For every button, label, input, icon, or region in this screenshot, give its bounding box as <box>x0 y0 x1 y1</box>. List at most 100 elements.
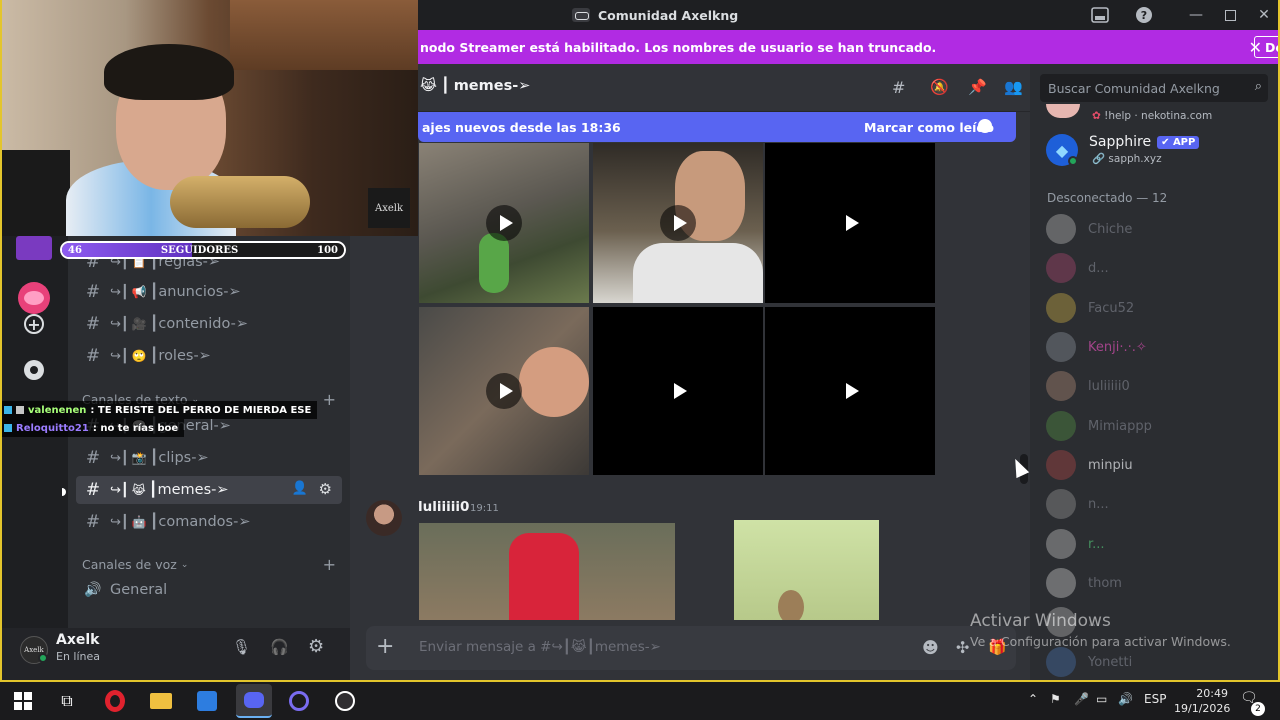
network-icon[interactable]: ▭ <box>1096 692 1107 706</box>
clock[interactable]: 20:49 19/1/2026 <box>1174 686 1230 716</box>
video-attachment[interactable] <box>419 307 589 475</box>
volume-icon[interactable]: 🔊 <box>1118 692 1133 706</box>
stream-chat-user: valenenen <box>28 404 87 416</box>
voice-channel-general[interactable]: 🔊 General <box>76 576 342 604</box>
headphones-icon[interactable]: 🎧 <box>270 638 289 656</box>
channel-memes[interactable]: # ↪┃ 😹 ┃ memes-➢ 👤 ⚙ <box>76 476 342 504</box>
tray-expand-icon[interactable]: ⌃ <box>1028 692 1038 706</box>
explore-icon[interactable] <box>24 360 44 380</box>
threads-icon[interactable]: # <box>892 78 905 97</box>
opera-icon[interactable] <box>100 686 130 716</box>
follower-goal-bar: 46 SEGUIDORES 100 <box>60 241 346 259</box>
app-badge: ✔ APP <box>1157 135 1200 149</box>
mark-read-button[interactable]: Marcar como leído <box>864 120 994 135</box>
video-attachment[interactable] <box>593 307 763 475</box>
member-item[interactable]: Chiche <box>1046 213 1132 245</box>
play-icon[interactable] <box>486 205 522 241</box>
user-settings-icon[interactable]: ⚙ <box>308 636 324 657</box>
search-input[interactable]: Buscar Comunidad Axelkng ⌕ <box>1040 74 1268 102</box>
chat-badge-icon <box>16 406 24 414</box>
bot-activity: sapph.xyz <box>1108 153 1162 165</box>
channel-clips[interactable]: # ↪┃ 📸 ┃ clips-➢ <box>76 444 342 472</box>
clock-date: 19/1/2026 <box>1174 702 1231 715</box>
member-item[interactable]: Facu52 <box>1046 292 1134 324</box>
member-item[interactable]: Kenji·.·.✧ <box>1046 331 1147 363</box>
follower-current: 46 <box>68 244 82 256</box>
cam-logo: Axelk <box>368 188 410 228</box>
invite-icon[interactable]: 👤 <box>292 481 308 496</box>
speaker-icon: 🔊 <box>84 582 102 598</box>
message-avatar[interactable] <box>366 500 402 536</box>
follower-label: SEGUIDORES <box>160 244 239 256</box>
add-voice-channel-icon[interactable]: + <box>323 555 336 574</box>
member-item[interactable]: Yonetti <box>1046 646 1132 678</box>
add-text-channel-icon[interactable]: + <box>323 390 336 409</box>
stream-chat-user: Reloquitto21 <box>16 422 89 434</box>
channel-settings-icon[interactable]: ⚙ <box>319 480 332 498</box>
windows-start-icon[interactable] <box>8 686 38 716</box>
play-icon[interactable] <box>486 373 522 409</box>
video-attachment[interactable] <box>765 307 935 475</box>
member-item[interactable]: r... <box>1046 528 1105 560</box>
add-server-icon[interactable]: + <box>24 314 44 334</box>
member-item[interactable]: minpiu <box>1046 449 1133 481</box>
discord-taskbar-icon[interactable] <box>236 684 272 718</box>
unread-pill <box>62 488 66 496</box>
close-banner-icon[interactable]: ✕ <box>1249 38 1262 57</box>
apps-icon[interactable]: ✣ <box>956 638 969 657</box>
video-attachment[interactable] <box>419 143 589 303</box>
member-item[interactable]: luliiiii0 <box>1046 370 1130 402</box>
message-author[interactable]: luliiiii0 <box>418 499 469 515</box>
play-icon[interactable] <box>660 205 696 241</box>
screen: Comunidad Axelkng ? — ✕ nodo Streamer es… <box>0 0 1280 720</box>
stream-chat-message: Reloquitto21 : no te rías boe <box>0 419 185 437</box>
microphone-icon[interactable]: 🎙 <box>232 638 251 656</box>
play-icon[interactable] <box>832 373 868 409</box>
category-voice-channels[interactable]: Canales de voz ⌄ <box>82 557 188 572</box>
channel-contenido[interactable]: # ↪┃ 🎥 ┃ contenido-➢ <box>76 310 342 338</box>
play-icon[interactable] <box>660 373 696 409</box>
member-item[interactable]: thom <box>1046 567 1122 599</box>
server-icon[interactable] <box>18 282 50 314</box>
tray-app-icon[interactable]: ⚑ <box>1050 692 1061 706</box>
file-explorer-icon[interactable] <box>146 686 176 716</box>
channel-comandos[interactable]: # ↪┃ 🤖 ┃ comandos-➢ <box>76 508 342 536</box>
pinned-messages-icon[interactable]: 📌 <box>968 78 987 96</box>
member-item[interactable]: Mimiappp <box>1046 410 1152 442</box>
minimize-button[interactable]: — <box>1186 6 1206 24</box>
composer-placeholder: Enviar mensaje a #↪┃😹┃memes-➢ <box>419 639 661 655</box>
user-status: En línea <box>56 650 101 663</box>
member-item[interactable]: n... <box>1046 488 1109 520</box>
help-icon[interactable]: ? <box>1134 6 1154 24</box>
emoji-icon[interactable]: ☻ <box>922 638 939 657</box>
mute-notifications-icon[interactable]: 🔕 <box>930 78 949 96</box>
member-list-icon[interactable]: 👥 <box>1004 78 1023 96</box>
store-icon[interactable] <box>192 686 222 716</box>
server-icon[interactable] <box>16 236 52 260</box>
activate-windows-title: Activar Windows <box>970 611 1111 631</box>
bot-name[interactable]: Sapphire <box>1089 134 1151 150</box>
app-taskbar-icon[interactable] <box>284 686 314 716</box>
maximize-button[interactable] <box>1220 6 1240 24</box>
task-view-icon[interactable]: ⧉ <box>52 686 82 716</box>
play-icon[interactable] <box>832 205 868 241</box>
image-attachment[interactable] <box>734 520 879 620</box>
message-composer[interactable]: + Enviar mensaje a #↪┃😹┃memes-➢ ☻ ✣ 🎁 <box>366 626 1016 670</box>
close-window-button[interactable]: ✕ <box>1254 6 1274 24</box>
add-attachment-icon[interactable]: + <box>376 634 394 659</box>
svg-text:?: ? <box>1141 9 1147 22</box>
inbox-icon[interactable] <box>1090 6 1110 24</box>
member-item[interactable]: d... <box>1046 252 1109 284</box>
channel-roles[interactable]: # ↪┃ 🙄 ┃ roles-➢ <box>76 342 342 370</box>
image-attachment[interactable] <box>419 523 675 620</box>
video-attachment[interactable] <box>765 143 935 303</box>
channel-anuncios[interactable]: # ↪┃ 📢 ┃ anuncios-➢ <box>76 278 342 306</box>
language-indicator[interactable]: ESP <box>1144 692 1166 706</box>
activate-windows-subtitle: Ve a Configuración para activar Windows. <box>970 634 1231 649</box>
video-attachment[interactable] <box>593 143 763 303</box>
webcam-overlay: Axelk <box>0 0 418 236</box>
obs-icon[interactable] <box>330 686 360 716</box>
user-panel: Axelk Axelk En línea 🎙 🎧 ⚙ <box>0 628 350 680</box>
tray-mic-icon[interactable]: 🎤 <box>1074 692 1089 706</box>
new-messages-bar[interactable]: ajes nuevos desde las 18:36 Marcar como … <box>418 112 1016 142</box>
